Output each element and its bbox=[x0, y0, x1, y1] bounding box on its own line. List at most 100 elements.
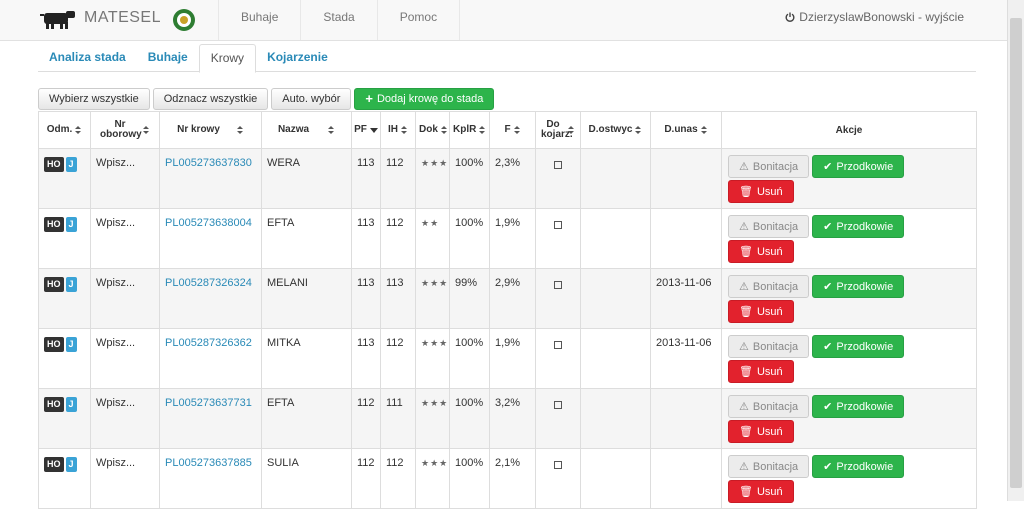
th-ih[interactable]: IH bbox=[380, 111, 416, 149]
cell-d-ostwyc bbox=[580, 268, 651, 329]
przodkowie-button[interactable]: ✔ Przodkowie bbox=[812, 455, 905, 478]
cell-akcje: ⚠ Bonitacja ✔ Przodkowie 🗑 Usuń bbox=[721, 148, 977, 209]
th-f[interactable]: F bbox=[489, 111, 536, 149]
check-icon: ✔ bbox=[823, 220, 833, 233]
cell-nr-oborowy[interactable]: Wpisz... bbox=[90, 328, 160, 389]
mating-checkbox[interactable] bbox=[554, 221, 562, 229]
th-kplr[interactable]: KplR bbox=[449, 111, 490, 149]
cell-nr-oborowy[interactable]: Wpisz... bbox=[90, 268, 160, 329]
emblem-icon bbox=[173, 9, 195, 31]
bonitacja-button[interactable]: ⚠ Bonitacja bbox=[728, 395, 810, 418]
check-icon: ✔ bbox=[823, 280, 833, 293]
check-icon: ✔ bbox=[823, 340, 833, 353]
vertical-scrollbar[interactable] bbox=[1007, 0, 1024, 501]
cell-dok: ★★★ bbox=[415, 448, 450, 509]
delete-button[interactable]: 🗑 Usuń bbox=[728, 360, 794, 383]
cow-number-link[interactable]: PL005273638004 bbox=[165, 217, 252, 229]
breed-badge-ho: HO bbox=[44, 277, 64, 292]
tab-krowy[interactable]: Krowy bbox=[198, 44, 257, 73]
delete-button[interactable]: 🗑 Usuń bbox=[728, 420, 794, 443]
breed-badge-j[interactable]: J bbox=[65, 337, 77, 352]
cow-number-link[interactable]: PL005273637885 bbox=[165, 457, 252, 469]
cow-number-link[interactable]: PL005287326362 bbox=[165, 337, 252, 349]
bonitacja-button[interactable]: ⚠ Bonitacja bbox=[728, 155, 810, 178]
breed-badge-j[interactable]: J bbox=[65, 397, 77, 412]
delete-button[interactable]: 🗑 Usuń bbox=[728, 240, 794, 263]
main-nav: Buhaje Stada Pomoc bbox=[218, 0, 461, 40]
breed-badge-j[interactable]: J bbox=[65, 457, 77, 472]
breed-badge-ho: HO bbox=[44, 217, 64, 232]
sort-icon bbox=[328, 125, 335, 135]
trash-icon: 🗑 bbox=[739, 485, 753, 498]
mating-checkbox[interactable] bbox=[554, 281, 562, 289]
breed-badge-j[interactable]: J bbox=[65, 217, 77, 232]
table-row: HO J Wpisz... PL005273637830 WERA 113 112 ★★★ 10… bbox=[38, 148, 977, 209]
sort-icon bbox=[479, 125, 486, 135]
tab-analiza-stada[interactable]: Analiza stada bbox=[38, 44, 137, 70]
cell-d-ostwyc bbox=[580, 148, 651, 209]
sort-icon bbox=[700, 125, 708, 135]
nav-link-pomoc[interactable]: Pomoc bbox=[376, 0, 461, 40]
th-nr-krowy[interactable]: Nr krowy bbox=[159, 111, 262, 149]
przodkowie-button[interactable]: ✔ Przodkowie bbox=[812, 335, 905, 358]
nav-link-stada[interactable]: Stada bbox=[300, 0, 376, 40]
breed-badge-ho: HO bbox=[44, 397, 64, 412]
th-d-unas[interactable]: D.unas bbox=[650, 111, 722, 149]
cell-dok: ★★★ bbox=[415, 268, 450, 329]
select-all-button[interactable]: Wybierz wszystkie bbox=[38, 88, 150, 110]
th-dok[interactable]: Dok bbox=[415, 111, 450, 149]
mating-checkbox[interactable] bbox=[554, 341, 562, 349]
cell-nr-oborowy[interactable]: Wpisz... bbox=[90, 448, 160, 509]
trash-icon: 🗑 bbox=[739, 365, 753, 378]
th-d-ostwyc[interactable]: D.ostwyc bbox=[580, 111, 651, 149]
cell-odm: HO J bbox=[38, 268, 91, 329]
cell-pf: 112 bbox=[351, 388, 381, 449]
dok-stars: ★★ bbox=[421, 218, 440, 228]
cell-odm: HO J bbox=[38, 208, 91, 269]
auto-select-button[interactable]: Auto. wybór bbox=[271, 88, 352, 110]
delete-button[interactable]: 🗑 Usuń bbox=[728, 180, 794, 203]
cell-nr-oborowy[interactable]: Wpisz... bbox=[90, 208, 160, 269]
cell-d-unas bbox=[650, 208, 722, 269]
th-odm[interactable]: Odm. bbox=[38, 111, 91, 149]
bonitacja-button[interactable]: ⚠ Bonitacja bbox=[728, 215, 810, 238]
tab-kojarzenie[interactable]: Kojarzenie bbox=[256, 44, 339, 70]
delete-button[interactable]: 🗑 Usuń bbox=[728, 300, 794, 323]
tab-buhaje[interactable]: Buhaje bbox=[137, 44, 199, 70]
mating-checkbox[interactable] bbox=[554, 401, 562, 409]
breed-badge-j[interactable]: J bbox=[65, 157, 77, 172]
deselect-all-button[interactable]: Odznacz wszystkie bbox=[152, 88, 269, 110]
cell-nr-oborowy[interactable]: Wpisz... bbox=[90, 148, 160, 209]
przodkowie-button[interactable]: ✔ Przodkowie bbox=[812, 395, 905, 418]
cell-ih: 112 bbox=[380, 328, 416, 389]
cell-nr-oborowy[interactable]: Wpisz... bbox=[90, 388, 160, 449]
th-nazwa[interactable]: Nazwa bbox=[261, 111, 352, 149]
cow-number-link[interactable]: PL005273637731 bbox=[165, 397, 252, 409]
cell-dok: ★★★ bbox=[415, 328, 450, 389]
scrollbar-thumb[interactable] bbox=[1010, 18, 1022, 488]
cell-dok: ★★ bbox=[415, 208, 450, 269]
delete-button[interactable]: 🗑 Usuń bbox=[728, 480, 794, 503]
przodkowie-button[interactable]: ✔ Przodkowie bbox=[812, 275, 905, 298]
nav-link-buhaje[interactable]: Buhaje bbox=[218, 0, 300, 40]
bonitacja-button[interactable]: ⚠ Bonitacja bbox=[728, 275, 810, 298]
add-cow-button[interactable]: + Dodaj krowę do stada bbox=[354, 88, 495, 110]
breed-badge-j[interactable]: J bbox=[65, 277, 77, 292]
th-nr-oborowy[interactable]: Nr oborowy bbox=[90, 111, 160, 149]
bonitacja-button[interactable]: ⚠ Bonitacja bbox=[728, 335, 810, 358]
mating-checkbox[interactable] bbox=[554, 461, 562, 469]
th-pf[interactable]: PF bbox=[351, 111, 381, 149]
cow-number-link[interactable]: PL005273637830 bbox=[165, 157, 252, 169]
cell-pf: 113 bbox=[351, 208, 381, 269]
mating-checkbox[interactable] bbox=[554, 161, 562, 169]
cell-nazwa: EFTA bbox=[261, 388, 352, 449]
th-do-kojarz[interactable]: Do kojarz. bbox=[535, 111, 581, 149]
bonitacja-button[interactable]: ⚠ Bonitacja bbox=[728, 455, 810, 478]
cell-odm: HO J bbox=[38, 328, 91, 389]
brand-name[interactable]: MATESEL bbox=[84, 9, 161, 27]
cow-number-link[interactable]: PL005287326324 bbox=[165, 277, 252, 289]
user-logout-link[interactable]: DzierzyslawBonowski - wyjście bbox=[785, 0, 964, 34]
przodkowie-button[interactable]: ✔ Przodkowie bbox=[812, 155, 905, 178]
cell-nazwa: SULIA bbox=[261, 448, 352, 509]
przodkowie-button[interactable]: ✔ Przodkowie bbox=[812, 215, 905, 238]
